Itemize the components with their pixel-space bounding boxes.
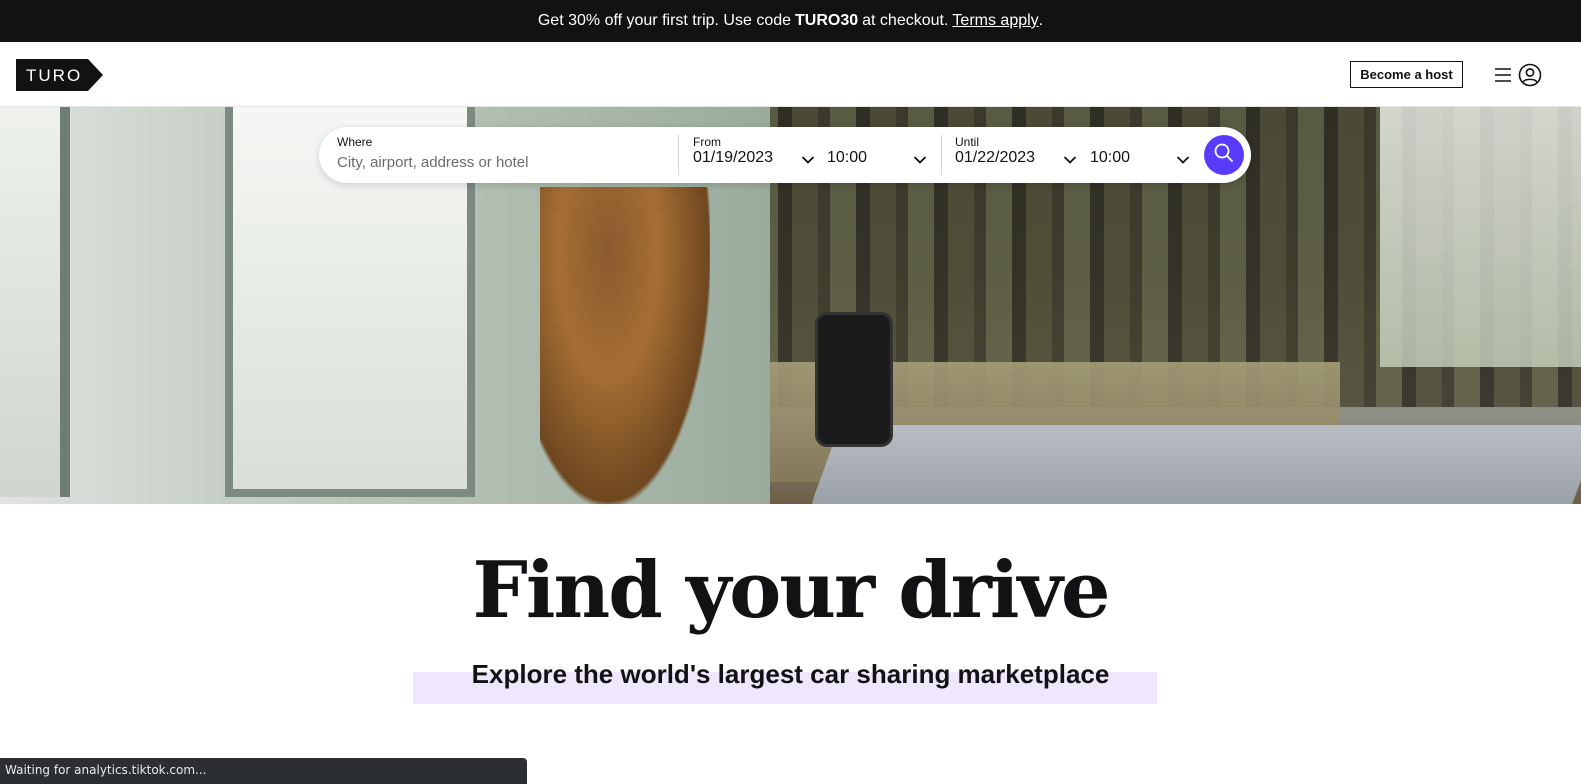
from-time-value: 10:00 [827, 149, 868, 166]
chevron-down-icon [913, 152, 927, 170]
until-time-value: 10:00 [1090, 149, 1131, 166]
from-date-value: 01/19/2023 [693, 149, 774, 166]
chevron-down-icon [801, 152, 815, 170]
side-mirror-photo [815, 312, 893, 447]
promo-text-after: at checkout. [862, 12, 949, 29]
from-date-select[interactable]: 01/19/2023 [693, 147, 819, 169]
where-field[interactable]: Where [337, 135, 677, 175]
divider [941, 135, 942, 175]
search-bar: Where From 01/19/2023 10:00 Until 01/22/… [319, 127, 1251, 183]
until-time-select[interactable]: 10:00 [1090, 147, 1194, 169]
from-time-select[interactable]: 10:00 [827, 147, 931, 169]
until-date-select[interactable]: 01/22/2023 [955, 147, 1081, 169]
chevron-down-icon [1176, 152, 1190, 170]
user-circle-icon [1518, 63, 1542, 87]
promo-banner: Get 30% off your first trip. Use code TU… [0, 0, 1581, 42]
browser-status-bar: Waiting for analytics.tiktok.com... [0, 758, 527, 784]
divider [678, 135, 679, 175]
terms-link[interactable]: Terms apply [952, 12, 1038, 30]
until-date-value: 01/22/2023 [955, 149, 1036, 166]
page-subtitle: Explore the world's largest car sharing … [471, 659, 1110, 689]
search-icon [1213, 142, 1235, 169]
account-menu-button[interactable] [1494, 62, 1550, 88]
chevron-down-icon [1063, 152, 1077, 170]
site-header: TURO Become a host [0, 42, 1581, 107]
page-title: Find your drive [472, 545, 1111, 636]
logo-text: TURO [26, 66, 82, 85]
turo-logo[interactable]: TURO [16, 59, 104, 91]
become-host-button[interactable]: Become a host [1350, 61, 1463, 88]
where-input[interactable] [337, 154, 667, 171]
promo-text: Get 30% off your first trip. Use code [537, 12, 792, 29]
where-label: Where [337, 135, 373, 149]
promo-end: . [1038, 12, 1044, 29]
driver-photo [540, 187, 710, 504]
promo-code: TURO30 [795, 12, 859, 29]
search-button[interactable] [1204, 135, 1244, 175]
hamburger-icon [1494, 67, 1512, 83]
